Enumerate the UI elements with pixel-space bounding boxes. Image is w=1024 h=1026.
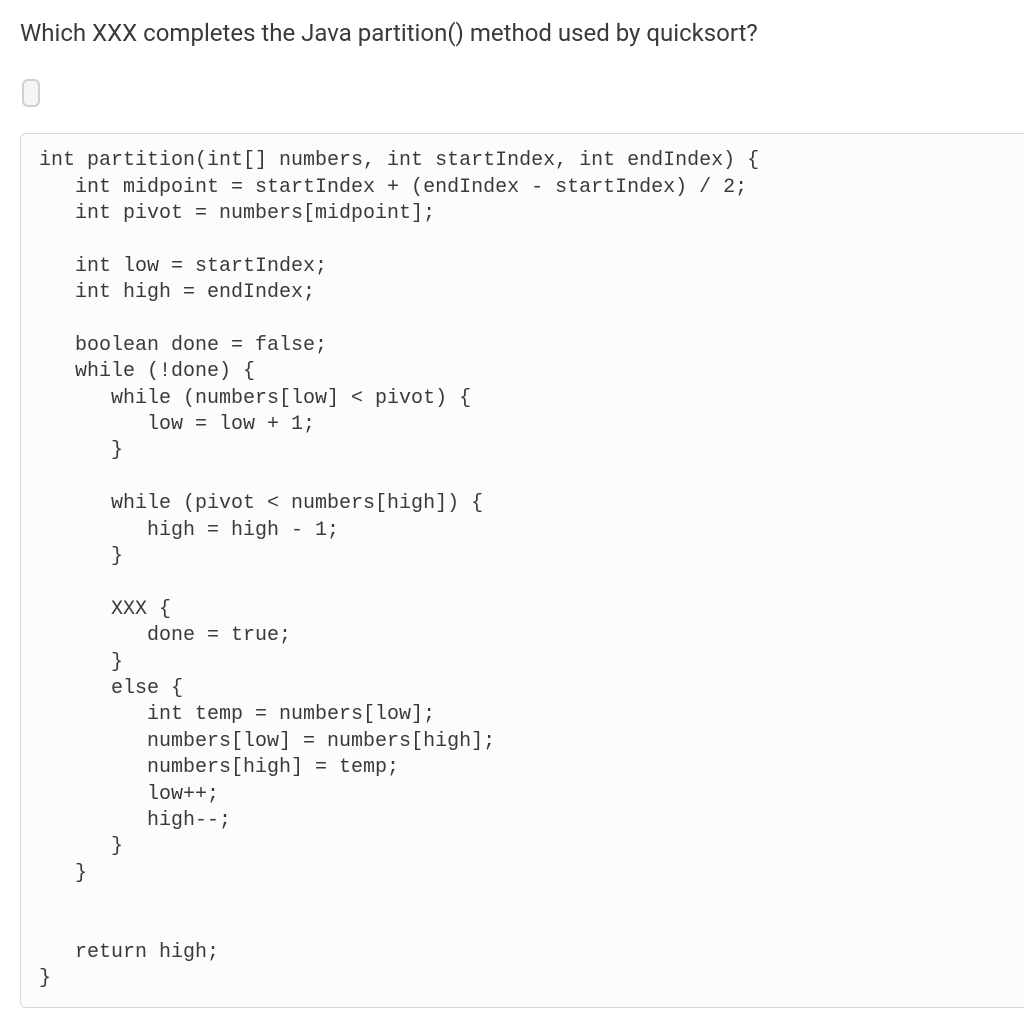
code-block: int partition(int[] numbers, int startIn… — [20, 133, 1024, 1008]
answer-option-marker[interactable] — [22, 79, 40, 107]
question-text: Which XXX completes the Java partition()… — [20, 18, 1024, 49]
